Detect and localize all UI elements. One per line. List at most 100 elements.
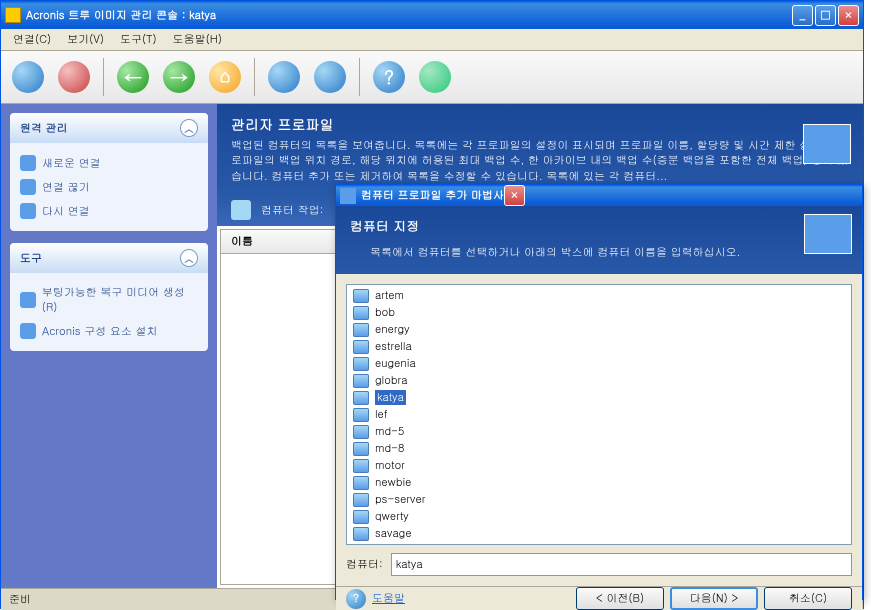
computer-name: md-8: [375, 441, 404, 456]
list-item[interactable]: qwerty: [349, 508, 849, 525]
tb-disconnect[interactable]: [53, 56, 95, 98]
wizard-header-title: 컴퓨터 지정: [350, 216, 848, 235]
panel-tools-header[interactable]: 도구 ︿: [10, 243, 208, 273]
tb-home[interactable]: ⌂: [204, 56, 246, 98]
list-item[interactable]: artem: [349, 287, 849, 304]
computer-icon: [353, 442, 369, 456]
panel-tools: 도구 ︿ 부팅가능한 복구 미디어 생성(R) Acronis 구성 요소 설치: [10, 243, 208, 351]
computer-name: bob: [375, 305, 395, 320]
tb-action1[interactable]: [263, 56, 305, 98]
computer-icon: [353, 391, 369, 405]
sidebar-link-reconnect[interactable]: 다시 연결: [20, 199, 198, 223]
computer-icon: [353, 493, 369, 507]
computer-input[interactable]: [391, 553, 852, 576]
tb-forward[interactable]: →: [158, 56, 200, 98]
panel-title: 도구: [20, 251, 42, 266]
separator: [103, 58, 104, 96]
globe-icon: [12, 61, 44, 93]
wizard-header: 컴퓨터 지정 목록에서 컴퓨터를 선택하거나 아래의 박스에 컴퓨터 이름을 입…: [336, 206, 862, 274]
panel-title: 원격 관리: [20, 121, 68, 136]
computer-name: md-5: [375, 424, 404, 439]
menubar: 연결(C) 보기(V) 도구(T) 도움말(H): [1, 29, 863, 51]
wizard-title: 컴퓨터 프로파일 추가 마법사: [361, 188, 504, 203]
computer-name: artem: [375, 288, 404, 303]
help-icon: ?: [373, 61, 405, 93]
computer-name: energy: [375, 322, 410, 337]
maximize-button[interactable]: □: [815, 5, 836, 26]
list-item[interactable]: globra: [349, 372, 849, 389]
close-button[interactable]: ×: [838, 5, 859, 26]
separator: [359, 58, 360, 96]
computer-icon: [353, 408, 369, 422]
wizard-titlebar[interactable]: 컴퓨터 프로파일 추가 마법사 ×: [336, 185, 862, 206]
tb-help[interactable]: ?: [368, 56, 410, 98]
list-item[interactable]: md-8: [349, 440, 849, 457]
list-item[interactable]: md-5: [349, 423, 849, 440]
panel-remote: 원격 관리 ︿ 새로운 연결 연결 끊기 다시 연결: [10, 113, 208, 231]
task-icon: [231, 200, 251, 220]
computer-icon: [353, 374, 369, 388]
next-button[interactable]: 다음(N) >: [670, 587, 758, 610]
app-icon: [5, 7, 21, 23]
computer-name: estrella: [375, 339, 412, 354]
computer-icon: [353, 306, 369, 320]
sidebar-link-disconnect[interactable]: 연결 끊기: [20, 175, 198, 199]
tb-action2[interactable]: [309, 56, 351, 98]
computer-name: lef: [375, 407, 388, 422]
menu-tools[interactable]: 도구(T): [112, 30, 165, 49]
menu-help[interactable]: 도움말(H): [165, 30, 230, 49]
list-item[interactable]: savage: [349, 525, 849, 542]
computer-icon: [353, 425, 369, 439]
computers-icon: [803, 124, 851, 164]
sidebar-link-install-components[interactable]: Acronis 구성 요소 설치: [20, 319, 198, 343]
list-item[interactable]: motor: [349, 457, 849, 474]
computer-icon: [353, 323, 369, 337]
computer-icon: [353, 459, 369, 473]
menu-connect[interactable]: 연결(C): [5, 30, 59, 49]
disk-icon: [268, 61, 300, 93]
list-item[interactable]: bob: [349, 304, 849, 321]
sidebar-link-new-connection[interactable]: 새로운 연결: [20, 151, 198, 175]
wizard-close-button[interactable]: ×: [504, 185, 525, 206]
computer-name: qwerty: [375, 509, 409, 524]
window-title: Acronis 트루 이미지 관리 콘솔 : katya: [26, 8, 792, 23]
subbar-label: 컴퓨터 작업:: [261, 203, 323, 218]
list-item[interactable]: ps-server: [349, 491, 849, 508]
wizard-icon: [340, 188, 356, 204]
link-icon: [20, 292, 36, 308]
link-icon: [20, 323, 36, 339]
computers-icon: [804, 214, 852, 254]
list-item[interactable]: katya: [349, 389, 849, 406]
computer-list[interactable]: artem bob energy estrella eugeniaglobrakatya…: [346, 284, 852, 545]
list-item[interactable]: eugenia: [349, 355, 849, 372]
computer-icon: [353, 340, 369, 354]
menu-view[interactable]: 보기(V): [59, 30, 112, 49]
wizard-footer: ? 도움말 < 이전(B) 다음(N) > 취소(C): [336, 586, 862, 610]
back-button[interactable]: < 이전(B): [576, 587, 664, 610]
list-item[interactable]: energy: [349, 321, 849, 338]
list-item[interactable]: newbie: [349, 474, 849, 491]
cancel-button[interactable]: 취소(C): [764, 587, 852, 610]
list-item[interactable]: estrella: [349, 338, 849, 355]
chevron-up-icon: ︿: [180, 249, 198, 267]
banner-desc: 백업된 컴퓨터의 목록을 보여줍니다. 목록에는 각 프로파일의 설정이 표시되…: [231, 138, 849, 184]
panel-remote-header[interactable]: 원격 관리 ︿: [10, 113, 208, 143]
world-icon: [419, 61, 451, 93]
computer-name: eugenia: [375, 356, 416, 371]
banner-title: 관리자 프로파일: [231, 114, 849, 134]
computer-icon: [353, 357, 369, 371]
tb-connect[interactable]: [7, 56, 49, 98]
wizard-instruction: 목록에서 컴퓨터를 선택하거나 아래의 박스에 컴퓨터 이름을 입력하십시오.: [370, 245, 848, 260]
banner: 관리자 프로파일 백업된 컴퓨터의 목록을 보여줍니다. 목록에는 각 프로파일…: [217, 104, 863, 194]
tb-back[interactable]: ←: [112, 56, 154, 98]
help-link[interactable]: 도움말: [372, 591, 405, 606]
computer-icon: [353, 527, 369, 541]
tb-world[interactable]: [414, 56, 456, 98]
sidebar-link-bootable-media[interactable]: 부팅가능한 복구 미디어 생성(R): [20, 281, 198, 319]
main-titlebar[interactable]: Acronis 트루 이미지 관리 콘솔 : katya _ □ ×: [1, 1, 863, 29]
minimize-button[interactable]: _: [792, 5, 813, 26]
list-item[interactable]: lef: [349, 406, 849, 423]
disk2-icon: [314, 61, 346, 93]
help-icon: ?: [346, 589, 366, 609]
computer-name: ps-server: [375, 492, 425, 507]
